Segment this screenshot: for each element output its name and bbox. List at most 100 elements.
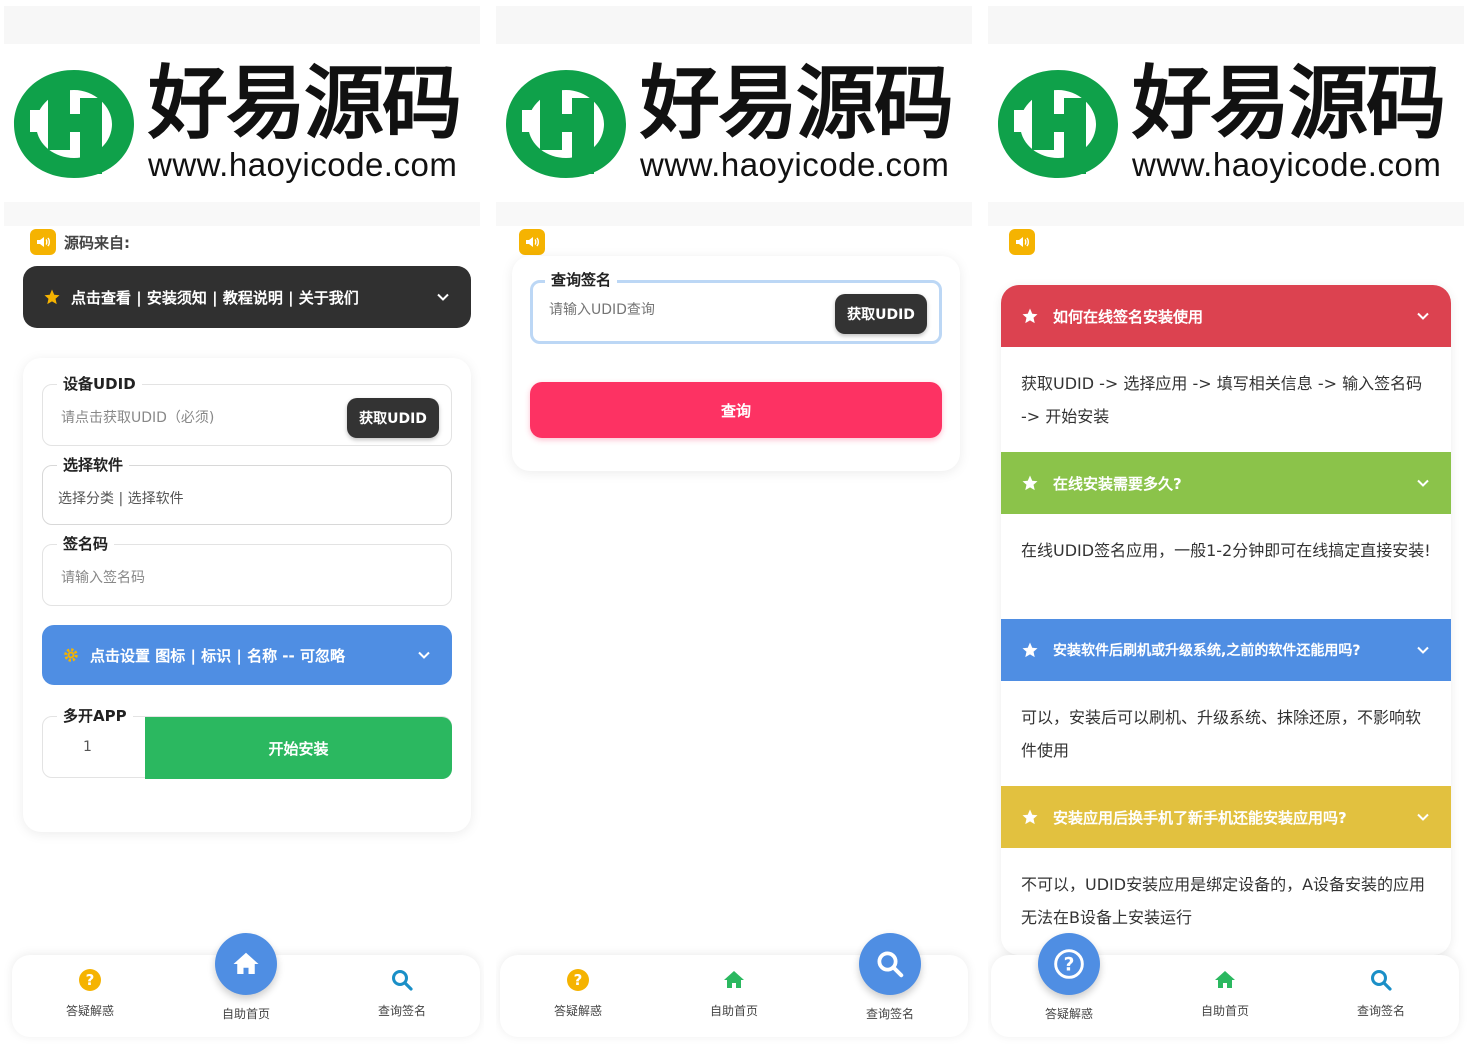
bottom-tab-bar: ? 答疑解惑 自助首页 查询签名 <box>991 933 1459 1037</box>
question-icon: ? <box>79 969 101 991</box>
tab-query[interactable]: 查询签名 <box>1303 955 1459 1037</box>
search-icon <box>859 933 921 995</box>
brand-name: 好易源码 <box>1132 57 1446 150</box>
speaker-icon <box>1009 229 1035 255</box>
faq-screen: 好易源码 www.haoyicode.com 如何在线签名安装使用 获取UDID… <box>988 0 1468 1054</box>
star-icon <box>1022 308 1038 324</box>
chevron-down-icon <box>1417 646 1429 654</box>
speaker-icon <box>519 229 545 255</box>
faq-question-text: 在线安装需要多久? <box>1053 474 1182 493</box>
start-install-button[interactable]: 开始安装 <box>145 717 452 779</box>
gear-icon <box>64 648 78 662</box>
multi-app-quantity[interactable]: 1 <box>83 739 92 755</box>
faq-question-text: 如何在线签名安装使用 <box>1053 307 1204 326</box>
tab-query-label: 查询签名 <box>377 1004 426 1018</box>
tab-faq-label: 答疑解惑 <box>65 1004 114 1018</box>
tab-home-label: 自助首页 <box>221 1007 270 1021</box>
svg-text:?: ? <box>86 971 95 989</box>
chevron-down-icon <box>437 293 449 301</box>
notice-bar <box>519 228 545 256</box>
home-icon <box>724 971 744 988</box>
query-label: 查询签名 <box>545 269 618 290</box>
brand-url: www.haoyicode.com <box>1132 146 1442 183</box>
software-value: 选择分类 | 选择软件 <box>58 491 184 507</box>
query-button[interactable]: 查询 <box>530 382 942 438</box>
query-screen: 好易源码 www.haoyicode.com 查询签名 获取UDID 查询 ? … <box>496 0 976 1054</box>
sign-code-placeholder: 请输入签名码 <box>61 570 145 586</box>
udid-field[interactable]: 设备UDID 请点击获取UDID（必须) 获取UDID <box>42 373 452 446</box>
tab-query-label: 查询签名 <box>1356 1004 1405 1018</box>
query-card: 查询签名 获取UDID 查询 <box>512 256 960 471</box>
tab-faq[interactable]: ? 答疑解惑 <box>991 933 1147 1037</box>
settings-label: 点击设置 图标 | 标识 | 名称 -- 可忽略 <box>90 646 345 665</box>
tab-faq-label: 答疑解惑 <box>553 1004 602 1018</box>
star-icon <box>1022 642 1038 658</box>
chevron-down-icon <box>1417 813 1429 821</box>
tab-faq[interactable]: ? 答疑解惑 <box>500 955 656 1037</box>
tab-query[interactable]: 查询签名 <box>812 933 968 1037</box>
udid-query-input[interactable] <box>549 302 809 318</box>
notice-text: 源码来自: <box>64 233 130 252</box>
home-icon <box>215 933 277 995</box>
svg-text:?: ? <box>574 971 583 989</box>
faq-accordion: 如何在线签名安装使用 获取UDID -> 选择应用 -> 填写相关信息 -> 输… <box>1001 285 1451 955</box>
star-icon <box>44 289 60 305</box>
question-icon: ? <box>1038 933 1100 995</box>
faq-answer-1: 获取UDID -> 选择应用 -> 填写相关信息 -> 输入签名码 -> 开始安… <box>1021 374 1423 426</box>
faq-question-1[interactable]: 如何在线签名安装使用 <box>1001 285 1451 347</box>
tab-faq-label: 答疑解惑 <box>1044 1007 1093 1021</box>
svg-text:?: ? <box>1064 955 1075 976</box>
tab-home-label: 自助首页 <box>1200 1004 1249 1018</box>
faq-question-4[interactable]: 安装应用后换手机了新手机还能安装应用吗? <box>1001 786 1451 848</box>
faq-answer-2: 在线UDID签名应用，一般1-2分钟即可在线搞定直接安装! <box>1021 541 1431 560</box>
tab-home[interactable]: 自助首页 <box>656 955 812 1037</box>
tab-home[interactable]: 自助首页 <box>1147 955 1303 1037</box>
brand-banner: 好易源码 www.haoyicode.com <box>988 6 1464 226</box>
install-form-card: 设备UDID 请点击获取UDID（必须) 获取UDID 选择软件 选择分类 | … <box>23 358 471 832</box>
tab-faq[interactable]: ? 答疑解惑 <box>12 955 168 1037</box>
info-nav-bar[interactable]: 点击查看 | 安装须知 | 教程说明 | 关于我们 <box>23 266 471 328</box>
search-icon <box>392 970 413 991</box>
chevron-down-icon <box>418 651 430 659</box>
brand-banner: 好易源码 www.haoyicode.com <box>4 6 480 226</box>
faq-question-3[interactable]: 安装软件后刷机或升级系统,之前的软件还能用吗? <box>1001 619 1451 681</box>
brand-name: 好易源码 <box>148 57 462 150</box>
notice-bar <box>1009 228 1035 256</box>
software-select[interactable]: 选择软件 选择分类 | 选择软件 <box>42 454 452 525</box>
udid-label: 设备UDID <box>57 373 142 394</box>
notice-bar: 源码来自: <box>30 228 130 256</box>
brand-url: www.haoyicode.com <box>148 146 458 183</box>
multi-app-label: 多开APP <box>57 705 133 726</box>
bottom-tab-bar: ? 答疑解惑 自助首页 查询签名 <box>12 933 480 1037</box>
sign-code-field[interactable]: 签名码 请输入签名码 <box>42 533 452 606</box>
software-label: 选择软件 <box>57 454 130 475</box>
star-icon <box>1022 475 1038 491</box>
get-udid-button[interactable]: 获取UDID <box>347 398 439 438</box>
brand-name: 好易源码 <box>640 57 954 150</box>
get-udid-button[interactable]: 获取UDID <box>835 294 927 334</box>
faq-question-text: 安装软件后刷机或升级系统,之前的软件还能用吗? <box>1053 643 1361 659</box>
tab-home[interactable]: 自助首页 <box>168 933 324 1037</box>
chevron-down-icon <box>1417 312 1429 320</box>
brand-banner: 好易源码 www.haoyicode.com <box>496 6 972 226</box>
multi-app-field: 多开APP 1 开始安装 <box>42 705 452 779</box>
faq-question-text: 安装应用后换手机了新手机还能安装应用吗? <box>1053 808 1347 827</box>
settings-bar[interactable]: 点击设置 图标 | 标识 | 名称 -- 可忽略 <box>42 625 452 685</box>
speaker-icon <box>30 229 56 255</box>
query-field[interactable]: 查询签名 获取UDID <box>530 269 942 344</box>
info-nav-label: 点击查看 | 安装须知 | 教程说明 | 关于我们 <box>71 288 359 307</box>
install-screen: 好易源码 www.haoyicode.com 源码来自: 点击查看 | 安装须知… <box>4 0 484 1054</box>
search-icon <box>1371 970 1392 991</box>
haoyi-logo-icon <box>998 70 1118 178</box>
haoyi-logo-icon <box>14 70 134 178</box>
faq-answer-3: 可以，安装后可以刷机、升级系统、抹除还原，不影响软件使用 <box>1021 708 1422 760</box>
tab-query[interactable]: 查询签名 <box>324 955 480 1037</box>
question-icon: ? <box>567 969 589 991</box>
home-icon <box>1215 971 1235 988</box>
tab-home-label: 自助首页 <box>709 1004 758 1018</box>
chevron-down-icon <box>1417 479 1429 487</box>
udid-placeholder: 请点击获取UDID（必须) <box>61 410 215 426</box>
bottom-tab-bar: ? 答疑解惑 自助首页 查询签名 <box>500 933 968 1037</box>
haoyi-logo-icon <box>506 70 626 178</box>
faq-question-2[interactable]: 在线安装需要多久? <box>1001 452 1451 514</box>
